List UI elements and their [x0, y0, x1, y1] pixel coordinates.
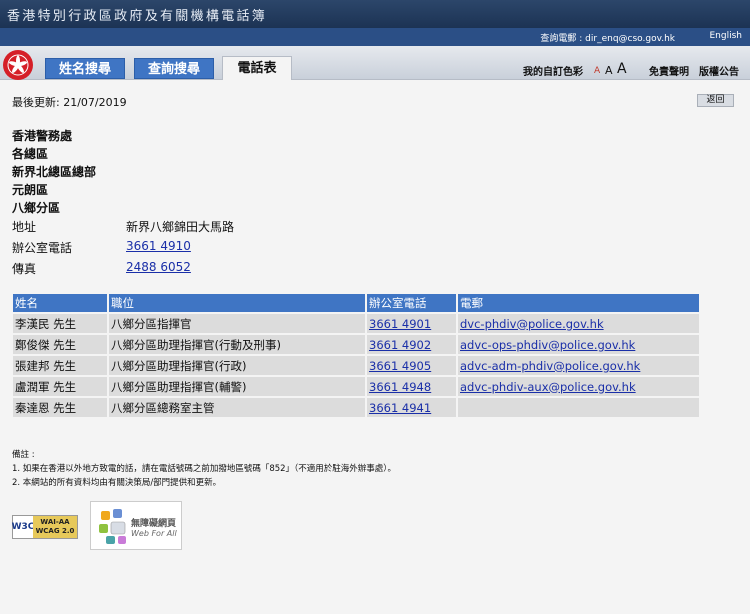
web-for-all-chinese: 無障礙網頁: [131, 519, 177, 529]
note-item: 2. 本網站的所有資料均由有關決策局/部門提供和更新。: [12, 478, 222, 488]
w3c-badge-line2: WCAG 2.0: [35, 527, 75, 535]
table-row: 鄭俊傑 先生 八鄉分區助理指揮官(行動及刑事) 3661 4902 advc-o…: [13, 335, 699, 354]
web-for-all-icon: [99, 509, 126, 544]
notes-section: 備註 : 1. 如果在香港以外地方致電的話，請在電話號碼之前加撥地區號碼「852…: [12, 448, 396, 490]
table-header-row: 姓名 職位 辦公室電話 電郵: [13, 294, 699, 312]
last-updated: 最後更新: 21/07/2019: [12, 96, 127, 109]
font-size-medium[interactable]: A: [605, 64, 613, 77]
staff-post: 八鄉分區總務室主管: [109, 398, 365, 417]
address-label: 地址: [12, 220, 37, 234]
header-email: 電郵: [458, 294, 699, 312]
tab-enquiry-search[interactable]: 查詢搜尋: [134, 58, 214, 79]
fax-label: 傳真: [12, 262, 37, 276]
header-post: 職位: [109, 294, 365, 312]
table-row: 盧潤軍 先生 八鄉分區助理指揮官(輔警) 3661 4948 advc-phdi…: [13, 377, 699, 396]
staff-tel-link[interactable]: 3661 4902: [369, 338, 431, 352]
staff-post: 八鄉分區指揮官: [109, 314, 365, 333]
english-link[interactable]: English: [710, 31, 743, 41]
staff-name: 張建邦 先生: [13, 356, 107, 375]
copyright-link[interactable]: 版權公告: [699, 63, 739, 78]
address-value: 新界八鄉錦田大馬路: [126, 220, 235, 234]
staff-email-link[interactable]: advc-ops-phdiv@police.gov.hk: [460, 338, 635, 352]
disclaimer-link[interactable]: 免責聲明: [649, 63, 689, 78]
staff-name: 鄭俊傑 先生: [13, 335, 107, 354]
staff-email-link[interactable]: dvc-phdiv@police.gov.hk: [460, 317, 604, 331]
org-division: 八鄉分區: [12, 201, 61, 215]
office-tel-label: 辦公室電話: [12, 241, 73, 255]
staff-tel-link[interactable]: 3661 4901: [369, 317, 431, 331]
back-button[interactable]: 返回: [697, 94, 734, 107]
enquiry-email[interactable]: 查詢電郵 : dir_enq@cso.gov.hk: [540, 31, 675, 44]
staff-table: 姓名 職位 辦公室電話 電郵 李漢民 先生 八鄉分區指揮官 3661 4901 …: [11, 292, 701, 419]
staff-post: 八鄉分區助理指揮官(行政): [109, 356, 365, 375]
font-size-large[interactable]: A: [617, 61, 627, 77]
header-office-tel: 辦公室電話: [367, 294, 456, 312]
font-size-small[interactable]: A: [594, 66, 600, 76]
hksar-emblem-icon[interactable]: [3, 50, 33, 80]
staff-post: 八鄉分區助理指揮官(行動及刑事): [109, 335, 365, 354]
web-for-all-english: Web For All: [131, 529, 177, 538]
title-bar: 香港特別行政區政府及有關機構電話簿: [0, 0, 750, 28]
w3c-logo-text: W3C: [12, 516, 34, 538]
fax-link[interactable]: 2488 6052: [126, 260, 191, 274]
org-district: 元朗區: [12, 183, 49, 197]
site-title: 香港特別行政區政府及有關機構電話簿: [7, 9, 268, 24]
color-scheme-link[interactable]: 我的自訂色彩: [523, 63, 583, 78]
tab-name-search[interactable]: 姓名搜尋: [45, 58, 125, 79]
staff-tel-link[interactable]: 3661 4948: [369, 380, 431, 394]
staff-name: 李漢民 先生: [13, 314, 107, 333]
w3c-badge-line1: WAI-AA: [40, 518, 70, 526]
note-item: 1. 如果在香港以外地方致電的話，請在電話號碼之前加撥地區號碼「852」（不適用…: [12, 464, 397, 474]
table-row: 張建邦 先生 八鄉分區助理指揮官(行政) 3661 4905 advc-adm-…: [13, 356, 699, 375]
table-row: 李漢民 先生 八鄉分區指揮官 3661 4901 dvc-phdiv@polic…: [13, 314, 699, 333]
staff-name: 秦達恩 先生: [13, 398, 107, 417]
web-for-all-badge[interactable]: 無障礙網頁 Web For All: [90, 501, 182, 550]
notes-title: 備註 :: [12, 450, 35, 460]
staff-email-link[interactable]: advc-adm-phdiv@police.gov.hk: [460, 359, 640, 373]
staff-tel-link[interactable]: 3661 4941: [369, 401, 431, 415]
office-tel-link[interactable]: 3661 4910: [126, 239, 191, 253]
staff-name: 盧潤軍 先生: [13, 377, 107, 396]
tab-telephone-list[interactable]: 電話表: [222, 56, 292, 80]
table-row: 秦達恩 先生 八鄉分區總務室主管 3661 4941: [13, 398, 699, 417]
staff-post: 八鄉分區助理指揮官(輔警): [109, 377, 365, 396]
header-name: 姓名: [13, 294, 107, 312]
staff-email-link[interactable]: advc-phdiv-aux@police.gov.hk: [460, 380, 636, 394]
staff-tel-link[interactable]: 3661 4905: [369, 359, 431, 373]
org-region: 各總區: [12, 147, 49, 161]
org-department: 香港警務處: [12, 129, 73, 143]
w3c-wcag-badge[interactable]: W3C WAI-AA WCAG 2.0: [12, 515, 78, 539]
org-regional-hq: 新界北總區總部: [12, 165, 97, 179]
